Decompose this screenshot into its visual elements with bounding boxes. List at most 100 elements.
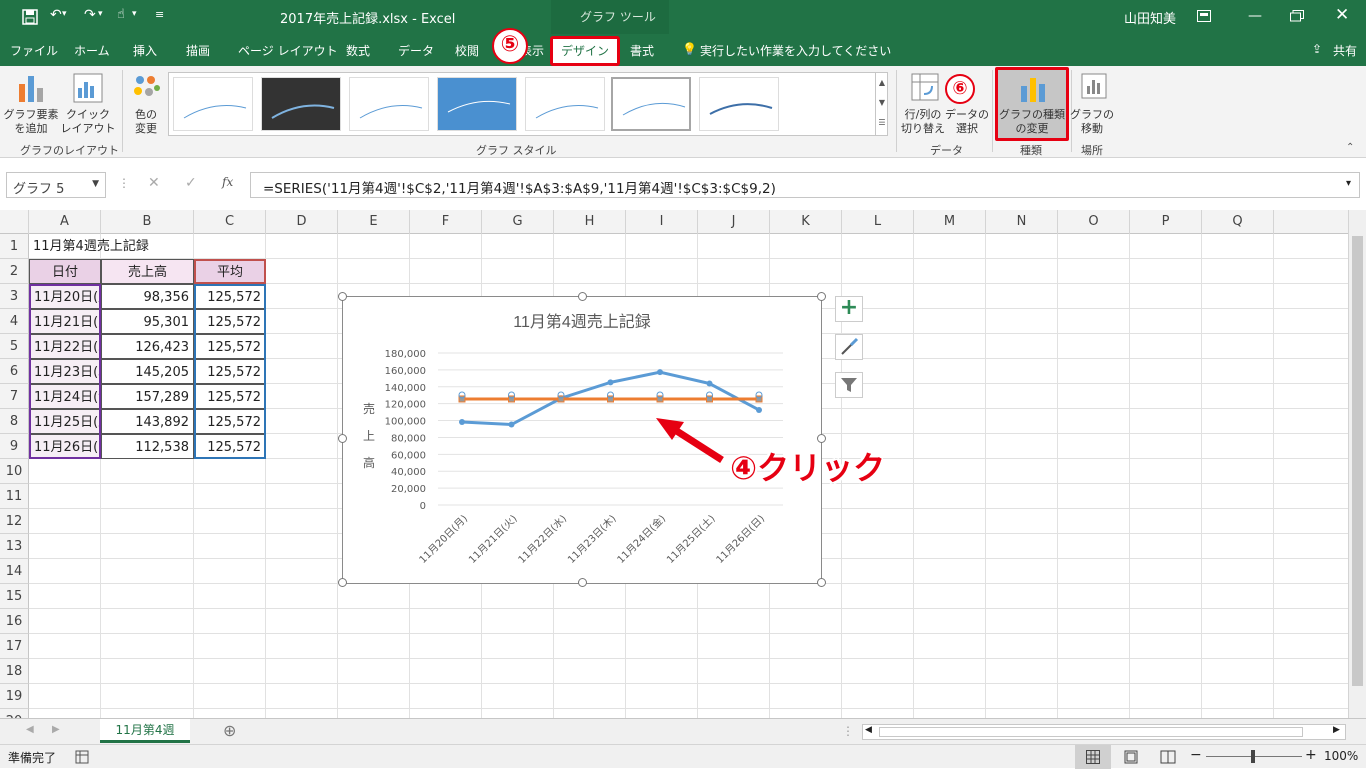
row-header-14[interactable]: 14	[0, 559, 29, 584]
row-header-13[interactable]: 13	[0, 534, 29, 559]
row-header-9[interactable]: 9	[0, 434, 29, 459]
data-cell[interactable]: 11月20日(月)	[29, 284, 101, 309]
column-header-a[interactable]: A	[29, 210, 101, 234]
add-chart-element-button[interactable]: グラフ要素 を追加	[2, 108, 60, 136]
row-header-15[interactable]: 15	[0, 584, 29, 609]
horizontal-scroll-thumb[interactable]	[879, 727, 1303, 737]
insert-function-icon[interactable]: fx	[222, 175, 233, 189]
share-icon[interactable]: ⇪	[1312, 42, 1322, 56]
data-cell[interactable]: 125,572	[194, 309, 266, 334]
tab-format[interactable]: 書式	[630, 42, 654, 59]
add-chart-element-icon[interactable]	[16, 72, 48, 106]
row-header-3[interactable]: 3	[0, 284, 29, 309]
tab-insert[interactable]: 挿入	[133, 42, 157, 59]
gallery-scroll[interactable]: ▲ ▼ ☰	[875, 73, 888, 135]
data-cell[interactable]: 11月26日(日)	[29, 434, 101, 459]
resize-handle[interactable]	[338, 292, 347, 301]
tab-draw[interactable]: 描画	[186, 42, 210, 59]
normal-view-button[interactable]	[1075, 745, 1111, 769]
restore-icon[interactable]	[1290, 10, 1304, 22]
ribbon-display-icon[interactable]	[1197, 10, 1211, 22]
tab-page-layout[interactable]: ページ レイアウト	[238, 42, 338, 59]
column-header-l[interactable]: L	[842, 210, 914, 234]
data-cell[interactable]: 11月25日(土)	[29, 409, 101, 434]
color-palette-icon[interactable]	[130, 72, 162, 104]
column-header-f[interactable]: F	[410, 210, 482, 234]
zoom-slider-thumb[interactable]	[1251, 750, 1255, 763]
resize-handle[interactable]	[338, 578, 347, 587]
change-colors-button[interactable]: 色の 変更	[124, 108, 168, 136]
chart-filters-icon[interactable]	[835, 372, 863, 398]
data-cell[interactable]: 125,572	[194, 434, 266, 459]
user-name[interactable]: 山田知美	[1124, 8, 1176, 27]
data-cell[interactable]: 125,572	[194, 409, 266, 434]
resize-handle[interactable]	[817, 292, 826, 301]
scroll-sheets-left-icon[interactable]: ◀	[26, 724, 34, 735]
chart-style-7[interactable]	[699, 77, 779, 131]
horizontal-scrollbar[interactable]: ◀ ▶	[862, 724, 1346, 740]
tab-design[interactable]: デザイン	[550, 36, 620, 66]
column-header-b[interactable]: B	[101, 210, 194, 234]
column-header-e[interactable]: E	[338, 210, 410, 234]
chart-object[interactable]: 11月第4週売上記録売上高 0 20,000 40,000 60,000 80,000 10…	[338, 292, 826, 587]
header-cell-1[interactable]: 売上高	[101, 259, 194, 284]
column-header-i[interactable]: I	[626, 210, 698, 234]
select-data-button[interactable]: データの 選択	[944, 108, 990, 136]
name-box[interactable]: グラフ 5 ▼	[6, 172, 106, 198]
share-button[interactable]: 共有	[1333, 42, 1357, 59]
column-header-c[interactable]: C	[194, 210, 266, 234]
row-header-12[interactable]: 12	[0, 509, 29, 534]
column-header-g[interactable]: G	[482, 210, 554, 234]
data-cell[interactable]: 11月24日(金)	[29, 384, 101, 409]
new-sheet-icon[interactable]: ⊕	[223, 721, 236, 740]
move-chart-button[interactable]: グラフの 移動	[1070, 108, 1114, 136]
column-header-k[interactable]: K	[770, 210, 842, 234]
zoom-in-icon[interactable]: +	[1305, 747, 1317, 763]
data-cell[interactable]: 125,572	[194, 334, 266, 359]
redo-icon[interactable]: ↷	[84, 7, 96, 23]
chart-elements-plus-icon[interactable]: +	[835, 296, 863, 322]
quick-layout-button[interactable]: クイック レイアウト	[58, 108, 118, 136]
cell-a1-title[interactable]: 11月第4週売上記録	[29, 234, 266, 259]
name-box-dropdown-icon[interactable]: ▼	[92, 179, 99, 189]
expand-formula-icon[interactable]: ▾	[1346, 178, 1351, 189]
data-cell[interactable]: 125,572	[194, 359, 266, 384]
sheet-tab-active[interactable]: 11月第4週	[100, 719, 190, 743]
tell-me-search[interactable]: 実行したい作業を入力してください	[700, 42, 891, 59]
data-cell[interactable]: 143,892	[101, 409, 194, 434]
redo-dropdown-icon[interactable]: ▾	[98, 9, 103, 19]
collapse-ribbon-icon[interactable]: ⌃	[1346, 142, 1354, 153]
data-cell[interactable]: 98,356	[101, 284, 194, 309]
tab-data[interactable]: データ	[398, 42, 434, 59]
row-header-4[interactable]: 4	[0, 309, 29, 334]
resize-handle[interactable]	[578, 578, 587, 587]
row-header-8[interactable]: 8	[0, 409, 29, 434]
row-header-10[interactable]: 10	[0, 459, 29, 484]
undo-dropdown-icon[interactable]: ▾	[62, 9, 67, 19]
column-header-m[interactable]: M	[914, 210, 986, 234]
column-header-h[interactable]: H	[554, 210, 626, 234]
change-chart-type-button[interactable]: グラフの種類 の変更	[995, 67, 1069, 141]
page-break-view-icon[interactable]	[1160, 750, 1176, 764]
enter-icon[interactable]: ✓	[185, 175, 197, 191]
minimize-icon[interactable]: —	[1248, 8, 1262, 24]
column-header-q[interactable]: Q	[1202, 210, 1274, 234]
header-cell-2[interactable]: 平均	[194, 259, 266, 284]
cancel-icon[interactable]: ✕	[148, 175, 160, 191]
formula-input[interactable]: =SERIES('11月第4週'!$C$2,'11月第4週'!$A$3:$A$9…	[250, 172, 1360, 198]
chart-style-4[interactable]	[437, 77, 517, 131]
row-header-6[interactable]: 6	[0, 359, 29, 384]
undo-icon[interactable]: ↶	[50, 7, 62, 23]
chart-style-6-selected[interactable]	[611, 77, 691, 131]
resize-handle[interactable]	[338, 434, 347, 443]
data-cell[interactable]: 95,301	[101, 309, 194, 334]
tab-home[interactable]: ホーム	[74, 42, 110, 59]
resize-handle[interactable]	[578, 292, 587, 301]
vertical-scroll-thumb[interactable]	[1352, 236, 1363, 686]
zoom-out-icon[interactable]: −	[1190, 747, 1202, 763]
column-header-o[interactable]: O	[1058, 210, 1130, 234]
data-cell[interactable]: 11月22日(水)	[29, 334, 101, 359]
macro-record-icon[interactable]	[75, 750, 89, 764]
row-header-7[interactable]: 7	[0, 384, 29, 409]
tab-review[interactable]: 校閲	[455, 42, 479, 59]
